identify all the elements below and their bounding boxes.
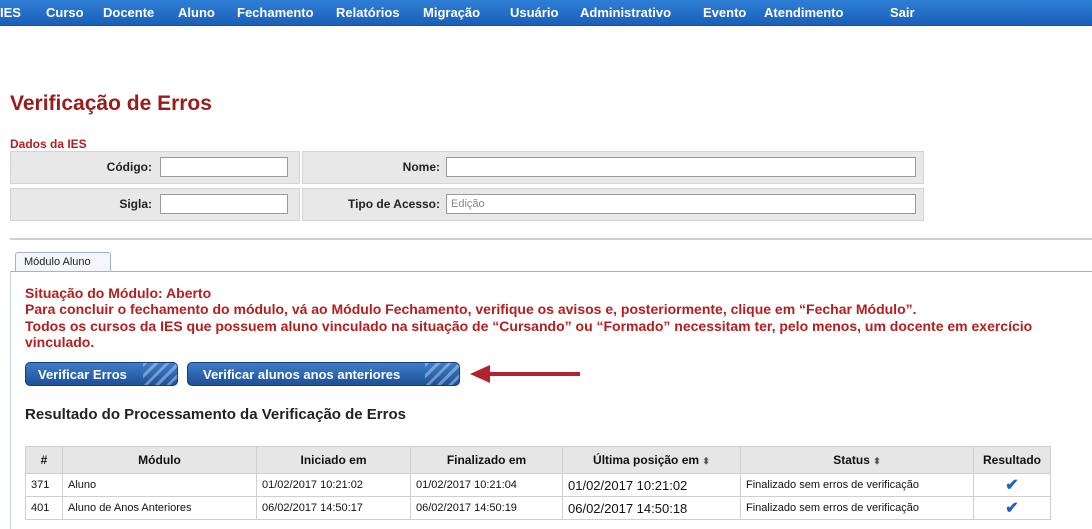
menu-evento[interactable]: Evento: [703, 5, 746, 20]
verificar-erros-button[interactable]: Verificar Erros: [25, 362, 178, 386]
module-status-text: Situação do Módulo: Aberto: [25, 285, 212, 301]
cell-modulo: Aluno de Anos Anteriores: [62, 496, 257, 520]
menu-sair[interactable]: Sair: [890, 5, 915, 20]
column-header-num: #: [25, 446, 63, 474]
module-requirement-text: Todos os cursos da IES que possuem aluno…: [25, 318, 1033, 350]
results-table: # Módulo Iniciado em Finalizado em Últim…: [25, 446, 1051, 520]
menu-aluno[interactable]: Aluno: [178, 5, 215, 20]
page-title: Verificação de Erros: [10, 92, 212, 115]
results-title: Resultado do Processamento da Verificaçã…: [25, 406, 406, 423]
cell-status: Finalizado sem erros de verificação: [740, 496, 974, 520]
menu-usuario[interactable]: Usuário: [510, 5, 558, 20]
column-header-finalizado: Finalizado em: [410, 446, 563, 474]
button-stripes-decoration: [143, 363, 177, 385]
button-stripes-decoration: [425, 363, 459, 385]
module-instruction-text: Para concluir o fechamento do módulo, vá…: [25, 301, 917, 317]
tipo-acesso-label: Tipo de Acesso:: [347, 197, 440, 211]
cell-finalizado: 01/02/2017 10:21:04: [410, 473, 563, 497]
cell-iniciado: 01/02/2017 10:21:02: [256, 473, 411, 497]
menu-migracao[interactable]: Migração: [423, 5, 480, 20]
column-header-status[interactable]: Status ⬍: [740, 446, 974, 474]
cell-ultima-posicao: 06/02/2017 14:50:18: [562, 496, 741, 520]
codigo-label: Código:: [106, 160, 152, 174]
cell-resultado[interactable]: ✔: [973, 473, 1051, 497]
top-menu-bar: IES Curso Docente Aluno Fechamento Relat…: [0, 0, 1092, 26]
menu-docente[interactable]: Docente: [103, 5, 154, 20]
menu-ies[interactable]: IES: [0, 5, 21, 20]
cell-num: 371: [25, 473, 63, 497]
cell-finalizado: 06/02/2017 14:50:19: [410, 496, 563, 520]
cell-iniciado: 06/02/2017 14:50:17: [256, 496, 411, 520]
pointer-arrow-icon: [470, 365, 580, 383]
verificar-erros-label: Verificar Erros: [38, 367, 127, 382]
table-row: 401 Aluno de Anos Anteriores 06/02/2017 …: [25, 496, 1051, 520]
menu-curso[interactable]: Curso: [46, 5, 84, 20]
tab-modulo-aluno[interactable]: Módulo Aluno: [15, 252, 111, 272]
sigla-field[interactable]: [160, 194, 288, 214]
column-header-ultima-label: Última posição em: [593, 453, 700, 467]
menu-relatorios[interactable]: Relatórios: [336, 5, 400, 20]
check-icon[interactable]: ✔: [1005, 500, 1018, 517]
cell-resultado[interactable]: ✔: [973, 496, 1051, 520]
verificar-alunos-anteriores-button[interactable]: Verificar alunos anos anteriores: [187, 362, 460, 386]
table-header-row: # Módulo Iniciado em Finalizado em Últim…: [25, 446, 1051, 474]
menu-fechamento[interactable]: Fechamento: [237, 5, 314, 20]
column-header-resultado: Resultado: [973, 446, 1051, 474]
sort-icon[interactable]: ⬍: [873, 456, 881, 466]
check-icon[interactable]: ✔: [1005, 477, 1018, 494]
column-header-status-label: Status: [833, 453, 870, 467]
table-row: 371 Aluno 01/02/2017 10:21:02 01/02/2017…: [25, 473, 1051, 497]
cell-num: 401: [25, 496, 63, 520]
nome-field[interactable]: [446, 157, 916, 177]
column-header-modulo: Módulo: [62, 446, 257, 474]
column-header-iniciado: Iniciado em: [256, 446, 411, 474]
section-divider: [10, 238, 1092, 240]
ies-data-form: Código: Nome: Sigla: Tipo de Acesso:: [10, 151, 924, 221]
nome-label: Nome:: [402, 160, 440, 174]
cell-modulo: Aluno: [62, 473, 257, 497]
cell-ultima-posicao: 01/02/2017 10:21:02: [562, 473, 741, 497]
verificar-alunos-anteriores-label: Verificar alunos anos anteriores: [203, 367, 401, 382]
tipo-acesso-field[interactable]: [446, 194, 916, 214]
codigo-field[interactable]: [160, 157, 288, 177]
sort-icon[interactable]: ⬍: [702, 456, 710, 466]
menu-atendimento[interactable]: Atendimento: [764, 5, 843, 20]
ies-section-label: Dados da IES: [10, 137, 87, 151]
menu-administrativo[interactable]: Administrativo: [580, 5, 671, 20]
sigla-label: Sigla:: [119, 197, 152, 211]
cell-status: Finalizado sem erros de verificação: [740, 473, 974, 497]
column-header-ultima-posicao[interactable]: Última posição em ⬍: [562, 446, 741, 474]
